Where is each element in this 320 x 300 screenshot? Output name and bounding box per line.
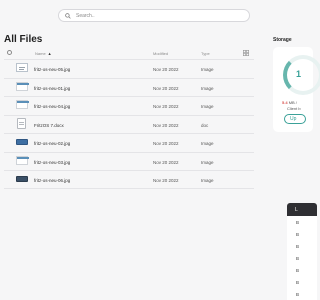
file-row[interactable]: fritz-os-neu-02.jpg Nov 20 2022 Image: [4, 133, 254, 152]
storage-ring: [283, 55, 320, 95]
search-icon: [65, 12, 71, 19]
file-modified: Nov 20 2022: [153, 67, 179, 72]
file-type: Image: [201, 104, 214, 109]
file-row[interactable]: fritz-os-neu-04.jpg Nov 20 2022 Image: [4, 96, 254, 115]
grid-view-icon[interactable]: [243, 50, 249, 56]
file-row[interactable]: fritz-os-neu-06.jpg Nov 20 2022 Image: [4, 170, 254, 189]
file-name: fritz-os-neu-03.jpg: [34, 159, 71, 165]
sort-arrow-icon: ▲: [47, 51, 52, 56]
column-header-name[interactable]: Name ▲: [35, 51, 52, 56]
storage-card: 1 5.4 MB / Client b Up: [273, 47, 320, 132]
file-type: Image: [201, 67, 214, 72]
file-list: fritz-os-neu-05.jpg Nov 20 2022 Image fr…: [4, 59, 254, 189]
file-name: fritz-os-neu-04.jpg: [34, 104, 71, 109]
side-panel-item[interactable]: B: [287, 264, 317, 276]
file-modified: Nov 20 2022: [153, 122, 179, 128]
file-row[interactable]: fritz-os-neu-05.jpg Nov 20 2022 Image: [4, 59, 254, 78]
image-thumbnail-icon: [16, 139, 28, 145]
file-modified: Nov 20 2022: [153, 178, 179, 183]
file-row[interactable]: fritz-os-neu-01.jpg Nov 20 2022 Image: [4, 77, 254, 97]
file-type: doc: [201, 122, 209, 128]
image-thumbnail-icon: [16, 176, 28, 182]
side-panel-item[interactable]: B: [287, 228, 317, 240]
search-bar[interactable]: [58, 9, 250, 22]
side-panel-item[interactable]: B: [287, 288, 317, 300]
select-all-checkbox[interactable]: [7, 50, 12, 55]
upgrade-button[interactable]: Up: [284, 114, 306, 124]
side-panel-item[interactable]: B: [287, 252, 317, 264]
search-input[interactable]: [76, 12, 236, 19]
column-header-type[interactable]: Type: [201, 51, 210, 56]
document-icon: [17, 117, 26, 129]
storage-title: Storage: [273, 37, 292, 43]
file-row[interactable]: FritzOS 7.docx Nov 20 2022 doc: [4, 114, 254, 134]
file-name: fritz-os-neu-06.jpg: [34, 178, 71, 183]
storage-used: 5.4 MB /: [282, 100, 297, 105]
file-name: fritz-os-neu-05.jpg: [34, 67, 71, 72]
image-thumbnail-icon: [16, 63, 28, 72]
side-panel: L B B B B B B B: [287, 203, 317, 300]
file-name: FritzOS 7.docx: [34, 122, 64, 128]
file-name: fritz-os-neu-02.jpg: [34, 141, 71, 146]
side-panel-item[interactable]: B: [287, 276, 317, 288]
side-panel-header: L: [287, 203, 317, 216]
file-modified: Nov 20 2022: [153, 141, 179, 146]
side-panel-item[interactable]: B: [287, 216, 317, 228]
side-panel-item[interactable]: B: [287, 240, 317, 252]
file-type: Image: [201, 85, 214, 91]
storage-client-label: Client b: [287, 106, 301, 111]
image-thumbnail-icon: [16, 100, 29, 109]
file-row[interactable]: fritz-os-neu-03.jpg Nov 20 2022 Image: [4, 151, 254, 171]
storage-ring-value: 1: [296, 69, 302, 79]
file-type: Image: [201, 178, 214, 183]
table-header: Name ▲ Modified Type: [4, 49, 254, 58]
file-modified: Nov 20 2022: [153, 85, 179, 91]
image-thumbnail-icon: [16, 81, 29, 91]
file-name: fritz-os-neu-01.jpg: [34, 85, 71, 91]
file-modified: Nov 20 2022: [153, 104, 179, 109]
storage-used-amount: 5.4: [282, 100, 288, 105]
page-title: All Files: [4, 34, 43, 45]
file-type: Image: [201, 141, 214, 146]
file-modified: Nov 20 2022: [153, 159, 179, 165]
column-header-modified[interactable]: Modified: [153, 51, 168, 56]
storage-used-suffix: MB /: [288, 100, 297, 105]
image-thumbnail-icon: [16, 155, 29, 165]
file-type: Image: [201, 159, 214, 165]
